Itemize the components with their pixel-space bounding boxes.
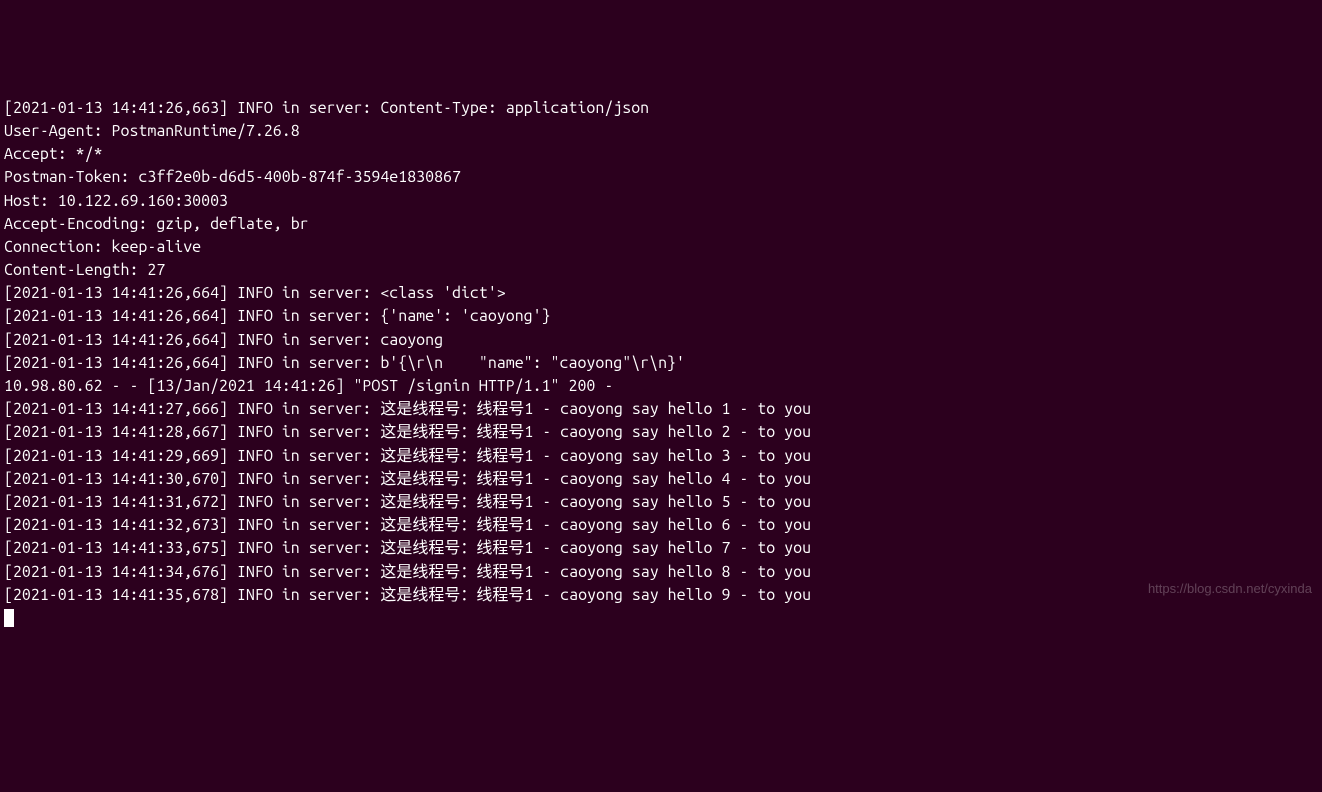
log-line: [2021-01-13 14:41:33,675] INFO in server… — [4, 537, 1318, 560]
log-line: [2021-01-13 14:41:26,664] INFO in server… — [4, 282, 1318, 305]
log-line: [2021-01-13 14:41:26,664] INFO in server… — [4, 305, 1318, 328]
log-line: Accept: */* — [4, 143, 1318, 166]
log-line: User-Agent: PostmanRuntime/7.26.8 — [4, 120, 1318, 143]
terminal-output[interactable]: [2021-01-13 14:41:26,663] INFO in server… — [4, 97, 1318, 630]
log-line: [2021-01-13 14:41:26,663] INFO in server… — [4, 97, 1318, 120]
log-line: [2021-01-13 14:41:28,667] INFO in server… — [4, 421, 1318, 444]
log-line: [2021-01-13 14:41:35,678] INFO in server… — [4, 584, 1318, 607]
log-line: Content-Length: 27 — [4, 259, 1318, 282]
log-line: [2021-01-13 14:41:34,676] INFO in server… — [4, 561, 1318, 584]
log-line: [2021-01-13 14:41:26,664] INFO in server… — [4, 352, 1318, 375]
log-line: [2021-01-13 14:41:26,664] INFO in server… — [4, 329, 1318, 352]
log-line: Host: 10.122.69.160:30003 — [4, 190, 1318, 213]
log-line: 10.98.80.62 - - [13/Jan/2021 14:41:26] "… — [4, 375, 1318, 398]
log-line: [2021-01-13 14:41:30,670] INFO in server… — [4, 468, 1318, 491]
log-line: [2021-01-13 14:41:32,673] INFO in server… — [4, 514, 1318, 537]
log-line: [2021-01-13 14:41:31,672] INFO in server… — [4, 491, 1318, 514]
watermark: https://blog.csdn.net/cyxinda — [1148, 580, 1312, 599]
log-line: Postman-Token: c3ff2e0b-d6d5-400b-874f-3… — [4, 166, 1318, 189]
log-line: [2021-01-13 14:41:29,669] INFO in server… — [4, 445, 1318, 468]
log-line: [2021-01-13 14:41:27,666] INFO in server… — [4, 398, 1318, 421]
terminal-cursor — [4, 609, 14, 627]
log-line: Accept-Encoding: gzip, deflate, br — [4, 213, 1318, 236]
log-line: Connection: keep-alive — [4, 236, 1318, 259]
